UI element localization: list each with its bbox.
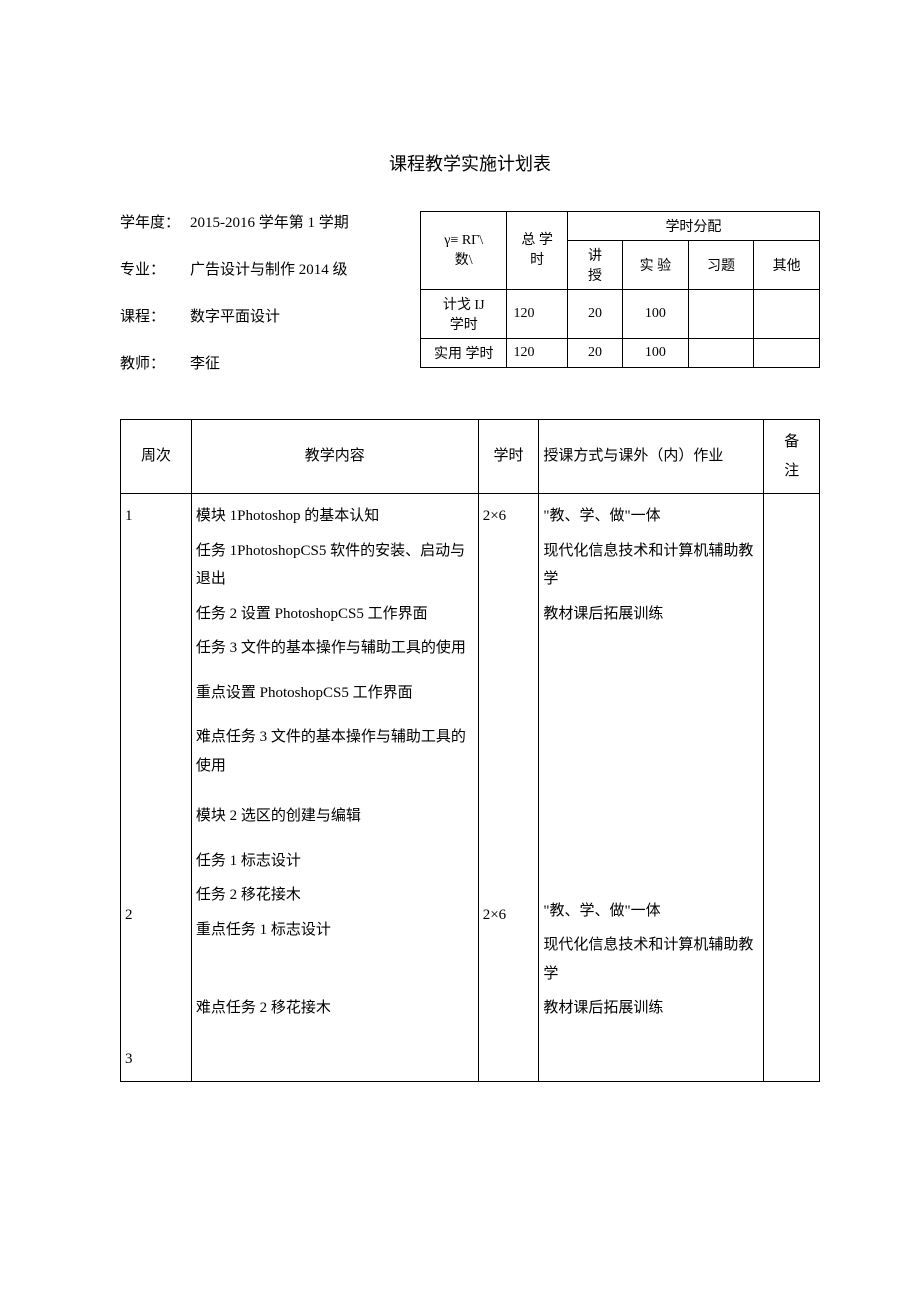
method-line: 教材课后拓展训练: [543, 600, 759, 629]
alloc-corner: γ≡ RΓ\ 数\: [421, 212, 507, 290]
content-line: 任务 2 移花接木: [196, 881, 474, 910]
alloc-header-row-1: γ≡ RΓ\ 数\ 总 学 时 学时分配: [421, 212, 820, 241]
method-line: "教、学、做"一体: [543, 502, 759, 531]
alloc-total-header: 总 学 时: [507, 212, 567, 290]
alloc-row-v2: [688, 339, 754, 368]
info-teacher-value: 李征: [190, 352, 400, 373]
week-cell: 3: [121, 1037, 192, 1082]
content-line: 难点任务 3 文件的基本操作与辅助工具的使用: [196, 723, 474, 780]
alloc-sub-3: 其他: [754, 241, 820, 290]
method-cell: [539, 1037, 764, 1082]
content-line: 难点任务 2 移花接木: [196, 994, 474, 1023]
alloc-row-v1: 100: [623, 339, 689, 368]
alloc-sub-0: 讲 授: [567, 241, 622, 290]
content-cell: [191, 1037, 478, 1082]
content-line: 任务 1PhotoshopCS5 软件的安装、启动与退出: [196, 537, 474, 594]
method-line: 现代化信息技术和计算机辅助教学: [543, 931, 759, 988]
hours-cell: [478, 1037, 539, 1082]
method-cell: "教、学、做"一体 现代化信息技术和计算机辅助教学 教材课后拓展训练: [539, 494, 764, 795]
alloc-sub-1: 实 验: [623, 241, 689, 290]
alloc-row-1: 实用 学时 120 20 100: [421, 339, 820, 368]
main-header-week: 周次: [121, 420, 192, 494]
content-line: 模块 2 选区的创建与编辑: [196, 802, 474, 831]
table-row: 3: [121, 1037, 820, 1082]
alloc-row-v1: 100: [623, 290, 689, 339]
alloc-row-v3: [754, 339, 820, 368]
table-row: 2 模块 2 选区的创建与编辑 任务 1 标志设计 任务 2 移花接木 重点任务…: [121, 794, 820, 1037]
method-line: 现代化信息技术和计算机辅助教学: [543, 537, 759, 594]
info-course-label: 课程：: [120, 305, 190, 326]
hours-cell: 2×6: [478, 794, 539, 1037]
info-year: 学年度： 2015-2016 学年第 1 学期: [120, 211, 400, 232]
content-line: 任务 2 设置 PhotoshopCS5 工作界面: [196, 600, 474, 629]
alloc-dist-header: 学时分配: [567, 212, 819, 241]
content-cell: 模块 1Photoshop 的基本认知 任务 1PhotoshopCS5 软件的…: [191, 494, 478, 795]
info-course-value: 数字平面设计: [190, 305, 400, 326]
content-cell: 模块 2 选区的创建与编辑 任务 1 标志设计 任务 2 移花接木 重点任务 1…: [191, 794, 478, 1037]
main-header-content: 教学内容: [191, 420, 478, 494]
info-major-label: 专业：: [120, 258, 190, 279]
info-teacher: 教师： 李征: [120, 352, 400, 373]
content-line: 重点任务 1 标志设计: [196, 916, 474, 945]
info-block: 学年度： 2015-2016 学年第 1 学期 专业： 广告设计与制作 2014…: [120, 211, 400, 399]
content-line: 任务 3 文件的基本操作与辅助工具的使用: [196, 634, 474, 663]
main-header-note: 备 注: [764, 420, 820, 494]
method-cell: "教、学、做"一体 现代化信息技术和计算机辅助教学 教材课后拓展训练: [539, 794, 764, 1037]
alloc-row-label: 实用 学时: [421, 339, 507, 368]
info-year-value: 2015-2016 学年第 1 学期: [190, 211, 400, 232]
alloc-row-v2: [688, 290, 754, 339]
main-header-method: 授课方式与课外（内）作业: [539, 420, 764, 494]
main-table: 周次 教学内容 学时 授课方式与课外（内）作业 备 注 1 模块 1Photos…: [120, 419, 820, 1082]
allocation-table: γ≡ RΓ\ 数\ 总 学 时 学时分配 讲 授 实 验 习题 其他 计戈 IJ…: [420, 211, 820, 368]
content-line: 任务 1 标志设计: [196, 847, 474, 876]
note-cell: [764, 794, 820, 1037]
content-line: 模块 1Photoshop 的基本认知: [196, 502, 474, 531]
header-row: 学年度： 2015-2016 学年第 1 学期 专业： 广告设计与制作 2014…: [120, 211, 820, 399]
note-cell: [764, 494, 820, 795]
info-teacher-label: 教师：: [120, 352, 190, 373]
info-course: 课程： 数字平面设计: [120, 305, 400, 326]
alloc-row-total: 120: [507, 339, 567, 368]
info-major: 专业： 广告设计与制作 2014 级: [120, 258, 400, 279]
info-major-value: 广告设计与制作 2014 级: [190, 258, 400, 279]
alloc-row-v3: [754, 290, 820, 339]
main-header-row: 周次 教学内容 学时 授课方式与课外（内）作业 备 注: [121, 420, 820, 494]
main-header-hours: 学时: [478, 420, 539, 494]
table-row: 1 模块 1Photoshop 的基本认知 任务 1PhotoshopCS5 软…: [121, 494, 820, 795]
page-title: 课程教学实施计划表: [120, 150, 820, 176]
method-line: "教、学、做"一体: [543, 897, 759, 926]
note-cell: [764, 1037, 820, 1082]
info-year-label: 学年度：: [120, 211, 190, 232]
alloc-row-label: 计戈 IJ 学时: [421, 290, 507, 339]
alloc-row-v0: 20: [567, 290, 622, 339]
alloc-row-v0: 20: [567, 339, 622, 368]
method-line: 教材课后拓展训练: [543, 994, 759, 1023]
alloc-sub-2: 习题: [688, 241, 754, 290]
alloc-row-total: 120: [507, 290, 567, 339]
alloc-row-0: 计戈 IJ 学时 120 20 100: [421, 290, 820, 339]
content-line: 重点设置 PhotoshopCS5 工作界面: [196, 679, 474, 708]
week-cell: 2: [121, 794, 192, 1037]
week-cell: 1: [121, 494, 192, 795]
hours-cell: 2×6: [478, 494, 539, 795]
page: 课程教学实施计划表 学年度： 2015-2016 学年第 1 学期 专业： 广告…: [0, 0, 920, 1301]
